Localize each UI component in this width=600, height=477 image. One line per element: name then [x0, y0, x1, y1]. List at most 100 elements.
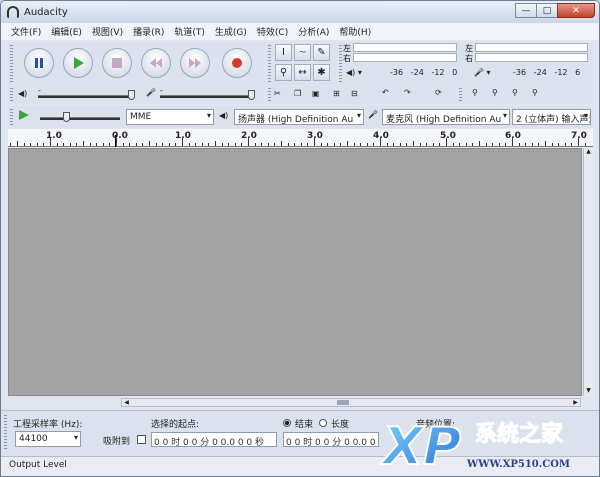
- ruler-tick: [386, 143, 388, 146]
- end-radio[interactable]: [283, 419, 291, 427]
- ruler-tick: [36, 143, 38, 146]
- menu-analyze[interactable]: 分析(A): [293, 25, 334, 38]
- playback-speed-thumb[interactable]: [63, 112, 70, 122]
- output-volume-slider[interactable]: [38, 95, 130, 98]
- toolbar-grip[interactable]: [459, 88, 462, 102]
- host-combo[interactable]: MME ▾: [126, 109, 214, 125]
- horizontal-scroll-thumb[interactable]: [337, 400, 349, 405]
- ruler-label: 1.0: [46, 131, 62, 141]
- toolbar-grip[interactable]: [10, 45, 13, 82]
- rate-label: 工程采样率 (Hz):: [13, 420, 83, 430]
- rec-meter-right[interactable]: [475, 53, 588, 62]
- edit-toolbar: ✂ ❐ ▣ ⊞ ⊟ ↶ ↷ ⟳: [267, 86, 457, 104]
- scroll-left-icon[interactable]: ◀: [122, 399, 131, 406]
- skip-end-button[interactable]: [180, 48, 210, 78]
- ruler-tick: [30, 143, 32, 146]
- time-shift-tool-button[interactable]: ↔: [294, 64, 311, 81]
- pause-button[interactable]: [24, 48, 54, 78]
- maximize-button[interactable]: □: [536, 3, 558, 18]
- ruler-tick: [320, 143, 322, 146]
- output-volume-thumb[interactable]: [128, 90, 135, 100]
- skip-start-button[interactable]: [141, 48, 171, 78]
- play-meter-right[interactable]: [353, 53, 457, 62]
- fit-selection-icon[interactable]: ⚲: [512, 88, 518, 97]
- ruler-tick: [122, 143, 124, 146]
- zoom-out-icon[interactable]: ⚲: [492, 88, 498, 97]
- redo-icon[interactable]: ↷: [404, 88, 411, 97]
- draw-tool-button[interactable]: ✎: [313, 44, 330, 61]
- ruler-tick: [208, 143, 210, 146]
- menu-help[interactable]: 帮助(H): [334, 25, 376, 38]
- channels-combo[interactable]: 2 (立体声) 输入声道 ▾: [512, 109, 591, 125]
- menu-generate[interactable]: 生成(G): [210, 25, 252, 38]
- snap-to-checkbox[interactable]: [137, 435, 146, 444]
- ruler-tick: [393, 143, 395, 146]
- playback-device-combo[interactable]: 扬声器 (High Definition Au ▾: [234, 109, 364, 125]
- silence-icon[interactable]: ⊟: [351, 89, 358, 98]
- rec-meter-left[interactable]: [475, 43, 588, 52]
- menu-view[interactable]: 视图(V): [87, 25, 128, 38]
- record-button[interactable]: [222, 48, 252, 78]
- scroll-right-icon[interactable]: ▶: [571, 399, 580, 406]
- fit-project-icon[interactable]: ⚲: [532, 88, 538, 97]
- undo-icon[interactable]: ↶: [382, 88, 389, 97]
- play-button[interactable]: [63, 48, 93, 78]
- copy-icon[interactable]: ❐: [294, 89, 301, 98]
- zoom-tool-button[interactable]: ⚲: [275, 64, 292, 81]
- length-radio[interactable]: [319, 419, 327, 427]
- cut-icon[interactable]: ✂: [274, 89, 281, 98]
- toolbar-grip[interactable]: [10, 88, 13, 102]
- project-rate-combo[interactable]: 44100 ▾: [15, 431, 81, 447]
- zoom-in-icon[interactable]: ⚲: [472, 88, 478, 97]
- toolbar-grip[interactable]: [10, 109, 13, 125]
- horizontal-scrollbar[interactable]: ◀ ▶: [121, 398, 581, 407]
- toolbar-grip[interactable]: [268, 88, 271, 102]
- vertical-scrollbar[interactable]: ▲ ▼: [583, 148, 593, 396]
- menu-edit[interactable]: 编辑(E): [46, 25, 87, 38]
- input-volume-thumb[interactable]: [248, 90, 255, 100]
- menu-file[interactable]: 文件(F): [6, 25, 46, 38]
- end-label: 结束: [295, 420, 314, 430]
- trim-icon[interactable]: ⊞: [333, 89, 340, 98]
- selection-tool-button[interactable]: I: [275, 44, 292, 61]
- ruler-tick: [347, 141, 348, 146]
- multi-tool-button[interactable]: ✱: [313, 64, 330, 81]
- ruler-tick: [439, 143, 441, 146]
- selection-end-time[interactable]: 0 0 时 0 0 分 0 0.0 0 0: [283, 432, 379, 447]
- menu-tracks[interactable]: 轨道(T): [169, 25, 210, 38]
- ruler-tick: [360, 143, 362, 146]
- sync-lock-icon[interactable]: ⟳: [435, 88, 442, 97]
- play-meter-left[interactable]: [353, 43, 457, 52]
- envelope-tool-button[interactable]: ~: [294, 44, 311, 61]
- toolbar-grip[interactable]: [268, 45, 271, 82]
- ruler-tick: [102, 143, 104, 146]
- menu-transport[interactable]: 播录(R): [128, 25, 169, 38]
- ruler-label: 3.0: [307, 131, 323, 141]
- timeline-ruler[interactable]: 1.0 0.0 1.0 2.0 3.0 4.0 5.0 6.0 7.0: [8, 129, 593, 147]
- scroll-down-icon[interactable]: ▼: [584, 387, 593, 396]
- speaker-icon[interactable]: ◀) ▾: [346, 68, 362, 77]
- stop-button[interactable]: [102, 48, 132, 78]
- chevron-down-icon: ▾: [502, 111, 507, 120]
- ruler-label: 2.0: [241, 131, 257, 141]
- selection-start-time[interactable]: 0 0 时 0 0 分 0 0.0 0 0 秒: [151, 432, 277, 447]
- input-volume-slider[interactable]: [160, 95, 250, 98]
- scroll-up-icon[interactable]: ▲: [584, 148, 593, 157]
- minimize-button[interactable]: —: [515, 3, 537, 18]
- close-button[interactable]: ✕: [557, 3, 595, 18]
- play-at-speed-button[interactable]: [18, 109, 30, 123]
- recording-device-combo[interactable]: 麦克风 (High Definition Au ▾: [382, 109, 510, 125]
- microphone-icon[interactable]: 🎤 ▾: [474, 68, 491, 77]
- output-volume-label: -: [38, 86, 41, 95]
- paste-icon[interactable]: ▣: [312, 89, 320, 98]
- toolbar-grip[interactable]: [339, 45, 342, 82]
- playback-speed-slider[interactable]: [40, 117, 120, 120]
- ruler-tick: [584, 143, 586, 146]
- playhead-marker[interactable]: [115, 135, 116, 147]
- track-panel[interactable]: [8, 148, 582, 396]
- menu-effect[interactable]: 特效(C): [252, 25, 293, 38]
- ruler-tick: [518, 143, 520, 146]
- ruler-tick: [373, 143, 375, 146]
- tools-toolbar: I ~ ✎ ⚲ ↔ ✱: [267, 42, 337, 85]
- toolbar-grip[interactable]: [4, 415, 7, 451]
